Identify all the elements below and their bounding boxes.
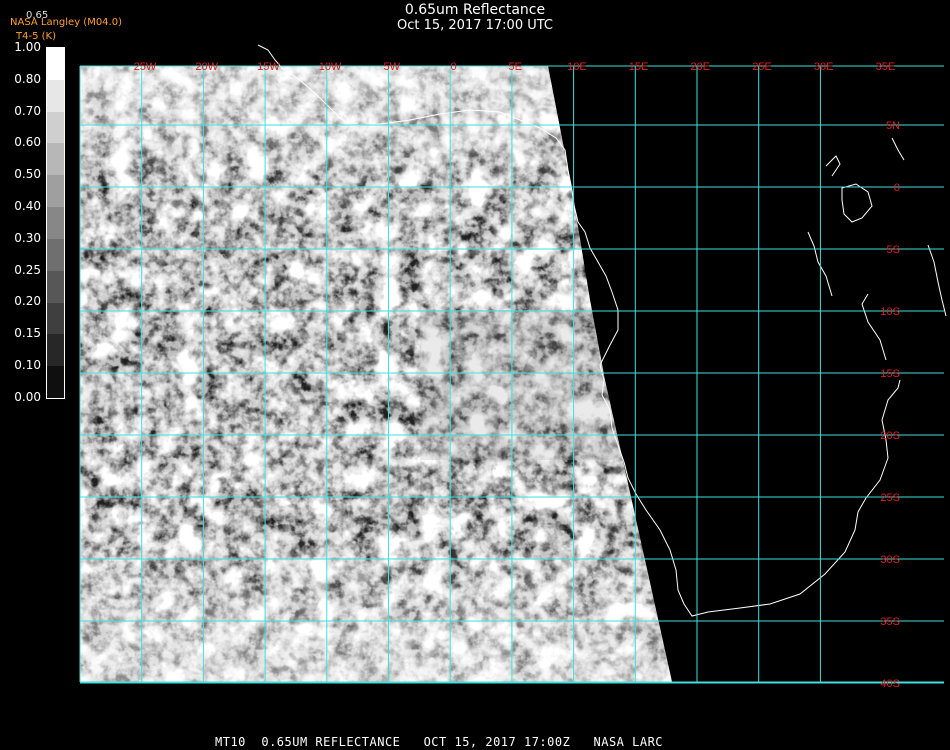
latitude-label: 40S: [880, 678, 900, 690]
colorbar-segment: [47, 207, 64, 240]
image-title: 0.65um Reflectance: [404, 2, 546, 18]
longitude-label: 20E: [691, 61, 711, 73]
colorbar-segment: [47, 175, 64, 208]
colorbar-segment: [47, 366, 64, 399]
longitude-label: 30E: [814, 61, 834, 73]
colorbar: [46, 47, 65, 399]
colorbar-label: 0.60: [14, 135, 41, 150]
colorbar-segment: [47, 48, 64, 81]
longitude-label: 5W: [384, 61, 401, 73]
colorbar-label: 0.20: [14, 294, 41, 309]
latitude-label: 10S: [880, 306, 900, 318]
latitude-label: 25S: [880, 492, 900, 504]
longitude-label: 25W: [134, 61, 157, 73]
longitude-label: 10E: [567, 61, 587, 73]
colorbar-label: 0.70: [14, 103, 41, 118]
colorbar-segment: [47, 270, 64, 304]
longitude-label: 25E: [752, 61, 772, 73]
latitude-label: 0: [894, 182, 900, 194]
colorbar-label: 0.00: [14, 389, 41, 404]
footer-caption: MT10 0.65UM REFLECTANCE OCT 15, 2017 17:…: [215, 735, 664, 749]
longitude-label: 20W: [195, 61, 218, 73]
colorbar-label: 1.00: [14, 40, 41, 54]
colorbar-label: 0.40: [14, 199, 41, 213]
longitude-label: 15E: [629, 61, 649, 73]
longitude-label: 5E: [508, 61, 521, 73]
latitude-label: 35S: [880, 616, 900, 628]
latitude-label: 15S: [880, 368, 900, 380]
colorbar-segment: [47, 111, 64, 144]
latitude-label: 5S: [887, 244, 900, 256]
latitude-label: 20S: [880, 430, 900, 442]
colorbar-label: 0.15: [14, 326, 41, 341]
satellite-map: 25W 20W 15W 10W 5W 0 5E 10E 15E 20E 25E 30E 35E 5N 0 5S…: [79, 44, 947, 690]
latitude-label: 30S: [880, 554, 900, 566]
colorbar-label: 0.25: [14, 262, 41, 277]
longitude-label: 0: [450, 61, 456, 73]
colorbar-label: 0.30: [14, 230, 41, 245]
colorbar-segment: [47, 238, 64, 272]
colorbar-label: 0.10: [14, 358, 41, 372]
colorbar-segment: [47, 143, 64, 176]
longitude-label: 10W: [319, 61, 342, 73]
colorbar-segment: [47, 334, 64, 367]
colorbar-label: 0.50: [14, 167, 41, 182]
colorbar-segment: [47, 79, 64, 113]
colorbar-label: 0.80: [14, 71, 41, 86]
image-datetime: Oct 15, 2017 17:00 UTC: [397, 18, 553, 33]
latitude-label: 5N: [886, 120, 900, 132]
colorbar-segment: [47, 302, 64, 335]
credit-label: NASA Langley (M04.0): [10, 17, 122, 28]
longitude-label: 15W: [257, 61, 280, 73]
longitude-label: 35E: [876, 61, 896, 73]
cloud-imagery: [80, 66, 672, 682]
